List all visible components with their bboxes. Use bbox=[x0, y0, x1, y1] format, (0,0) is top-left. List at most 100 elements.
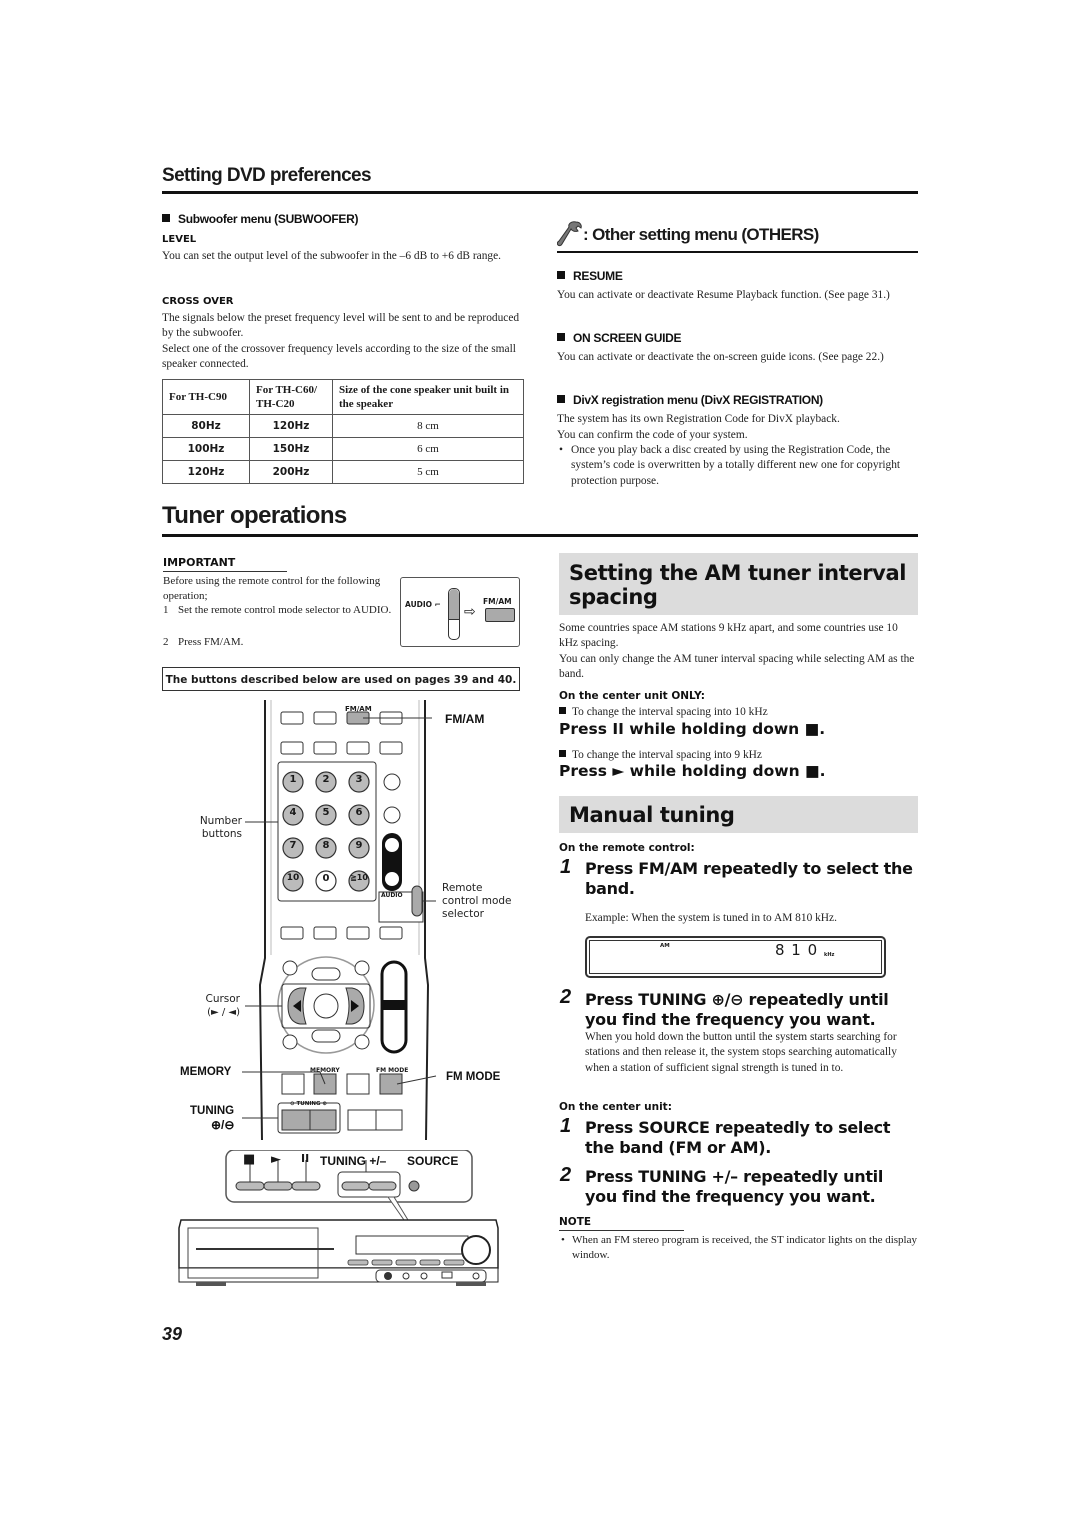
table-row: 100Hz 150Hz 6 cm bbox=[162, 437, 524, 461]
to-9khz-label: To change the interval spacing into 9 kH… bbox=[572, 749, 762, 761]
step-text: Set the remote control mode selector to … bbox=[178, 604, 392, 616]
am-spacing-text-1: Some countries space AM stations 9 kHz a… bbox=[559, 622, 898, 650]
number-key-7: 7 bbox=[289, 840, 297, 851]
crossover-label: CROSS OVER bbox=[162, 296, 234, 307]
display-window: AM 8 1 0 kHz bbox=[585, 936, 886, 978]
square-bullet-icon bbox=[557, 271, 565, 279]
memory-callout: MEMORY bbox=[180, 1066, 232, 1078]
section-title-tuner: Tuner operations bbox=[162, 502, 347, 529]
divx-heading: DivX registration menu (DivX REGISTRATIO… bbox=[557, 393, 823, 407]
mode-selector-callout: Remote control mode selector bbox=[442, 882, 512, 920]
table-header-cell: For TH-C90 bbox=[162, 379, 250, 415]
tuning-callout: TUNING bbox=[190, 1105, 235, 1117]
crossover-text-1: The signals below the preset frequency l… bbox=[162, 312, 520, 340]
table-cell: 150Hz bbox=[249, 437, 333, 461]
center-only-label: On the center unit ONLY: bbox=[559, 690, 706, 702]
subwoofer-heading-text: Subwoofer menu (SUBWOOFER) bbox=[178, 212, 359, 226]
tuning-small-label: ⊖ TUNING ⊕ bbox=[290, 1101, 328, 1107]
step-text: Press FM/AM. bbox=[178, 636, 244, 648]
to-10khz-label: To change the interval spacing into 10 k… bbox=[572, 706, 768, 718]
press-play-instruction: Press ► while holding down ■. bbox=[559, 762, 826, 780]
center-tuning-label: TUNING +/– bbox=[320, 1154, 387, 1168]
table-cell: 120Hz bbox=[162, 460, 250, 484]
resume-heading: RESUME bbox=[557, 269, 623, 283]
number-key-9: 9 bbox=[355, 840, 363, 851]
number-key-10-plus: ≧10 bbox=[350, 873, 368, 882]
onscreen-guide-label: ON SCREEN GUIDE bbox=[573, 331, 682, 345]
note-label: NOTE bbox=[559, 1216, 592, 1228]
hold-text: When you hold down the button until the … bbox=[585, 1031, 897, 1074]
fmam-button-icon bbox=[485, 608, 515, 622]
cursor-sub-callout: (► / ◄) bbox=[207, 1007, 240, 1018]
step-number: 1 bbox=[560, 856, 572, 878]
fm-mode-callout: FM MODE bbox=[446, 1071, 501, 1083]
divx-bullet: • Once you play back a disc created by u… bbox=[557, 443, 919, 489]
table-cell: 100Hz bbox=[162, 437, 250, 461]
display-frequency: 8 1 0 bbox=[775, 941, 819, 959]
number-key-1: 1 bbox=[289, 774, 297, 785]
section-rule bbox=[162, 534, 918, 537]
pause-icon: II bbox=[301, 1152, 310, 1165]
bullet-dot: • bbox=[559, 444, 563, 456]
play-icon: ► bbox=[271, 1152, 281, 1167]
pages-note-box: The buttons described below are used on … bbox=[162, 667, 520, 691]
to-10khz-text: To change the interval spacing into 10 k… bbox=[559, 705, 768, 720]
remote-step-2: Press TUNING ⊕/⊖ repeatedly until you fi… bbox=[585, 990, 889, 1029]
tuning-sub-callout: ⊕/⊖ bbox=[211, 1118, 235, 1132]
note-item: • When an FM stereo program is received,… bbox=[559, 1233, 917, 1263]
center-step-2: Press TUNING +/– repeatedly until you fi… bbox=[585, 1167, 884, 1206]
step-number: 1 bbox=[163, 604, 169, 616]
wrench-icon bbox=[556, 220, 583, 248]
table-cell: 80Hz bbox=[162, 414, 250, 438]
pages-note-text: The buttons described below are used on … bbox=[165, 674, 517, 686]
important-underline bbox=[163, 571, 287, 572]
display-unit: kHz bbox=[824, 952, 835, 958]
page-number: 39 bbox=[162, 1324, 183, 1344]
important-label: IMPORTANT bbox=[163, 556, 236, 569]
number-key-10: 10 bbox=[286, 873, 300, 883]
divx-label: DivX registration menu (DivX REGISTRATIO… bbox=[573, 393, 823, 407]
resume-text: You can activate or deactivate Resume Pl… bbox=[557, 289, 890, 301]
onscreen-guide-text: You can activate or deactivate the on-sc… bbox=[557, 351, 884, 363]
square-bullet-icon bbox=[559, 707, 566, 714]
remote-step-1: Press FM/AM repeatedly to select the ban… bbox=[585, 859, 913, 898]
section-rule bbox=[162, 191, 918, 194]
mode-selector-diagram: AUDIO ⌐ ⇨ FM/AM bbox=[400, 577, 520, 647]
important-step-1: 1 Set the remote control mode selector t… bbox=[163, 603, 393, 618]
number-buttons-callout: Number buttons bbox=[199, 815, 242, 840]
divx-bullet-text: Once you play back a disc created by usi… bbox=[571, 444, 901, 487]
others-rule bbox=[557, 251, 918, 253]
number-key-4: 4 bbox=[289, 807, 297, 818]
table-cell: 5 cm bbox=[332, 460, 524, 484]
am-spacing-banner: Setting the AM tuner interval spacing bbox=[559, 553, 918, 615]
table-cell: 120Hz bbox=[249, 414, 333, 438]
am-spacing-text-2: You can only change the AM tuner interva… bbox=[559, 653, 915, 681]
divx-text-2: You can confirm the code of your system. bbox=[557, 429, 748, 441]
cursor-callout: Cursor bbox=[205, 993, 240, 1005]
square-bullet-icon bbox=[557, 395, 565, 403]
example-text: Example: When the system is tuned in to … bbox=[585, 912, 837, 924]
fmam-callout: FM/AM bbox=[445, 712, 485, 726]
important-step-2: 2 Press FM/AM. bbox=[163, 635, 393, 650]
am-spacing-title: Setting the AM tuner interval spacing bbox=[569, 561, 907, 609]
table-row: 80Hz 120Hz 8 cm bbox=[162, 414, 524, 438]
important-intro: Before using the remote control for the … bbox=[163, 575, 381, 602]
step-number: 2 bbox=[560, 1164, 572, 1186]
section-title-dvd-preferences: Setting DVD preferences bbox=[162, 165, 372, 186]
crossover-table: For TH-C90 For TH-C60/ TH-C20 Size of th… bbox=[162, 379, 524, 484]
manual-tuning-banner: Manual tuning bbox=[559, 796, 918, 833]
square-bullet-icon bbox=[557, 333, 565, 341]
number-key-0: 0 bbox=[322, 873, 330, 884]
memory-small-label: MEMORY bbox=[310, 1067, 340, 1074]
fmam-label: FM/AM bbox=[483, 597, 512, 606]
crossover-text-2: Select one of the crossover frequency le… bbox=[162, 343, 516, 371]
table-header-cell: For TH-C60/ TH-C20 bbox=[249, 379, 333, 415]
selector-switch-icon bbox=[448, 588, 460, 640]
others-heading: : Other setting menu (OTHERS) bbox=[583, 225, 819, 244]
number-key-3: 3 bbox=[355, 774, 363, 785]
stop-icon: ■ bbox=[243, 1152, 256, 1167]
square-bullet-icon bbox=[162, 214, 170, 222]
resume-label: RESUME bbox=[573, 269, 623, 283]
center-unit-label: On the center unit: bbox=[559, 1101, 672, 1113]
manual-tuning-title: Manual tuning bbox=[569, 803, 735, 827]
